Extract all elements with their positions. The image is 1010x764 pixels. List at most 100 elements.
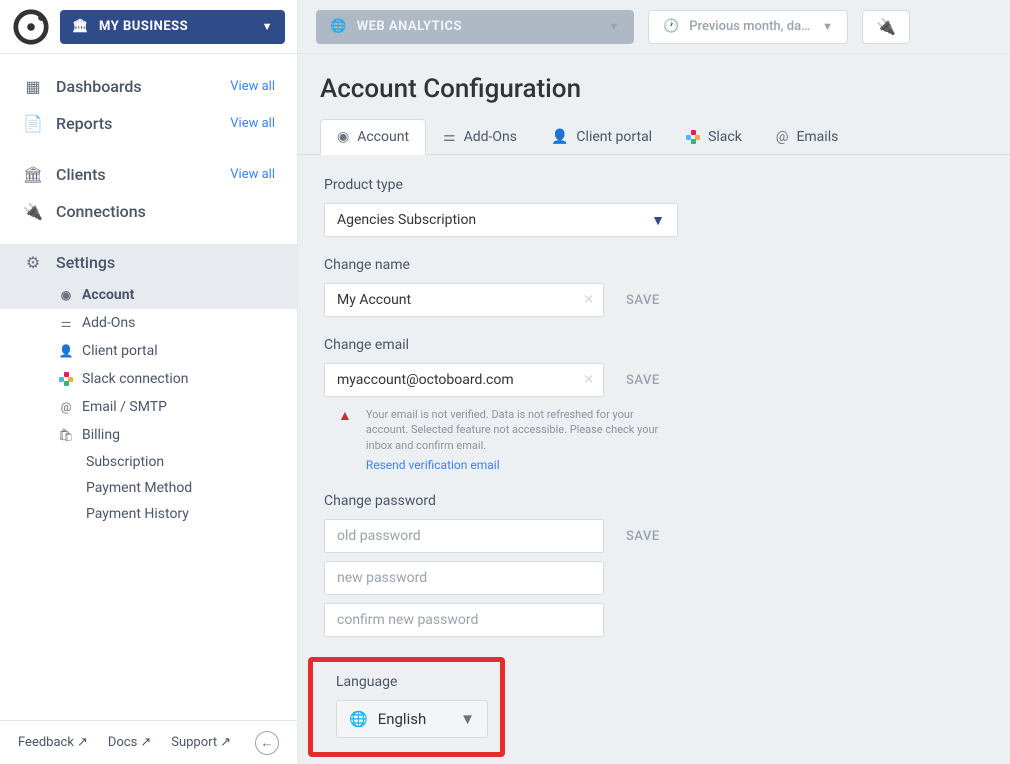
sub-client-portal-label: Client portal bbox=[82, 343, 158, 359]
tab-emails[interactable]: @ Emails bbox=[759, 118, 855, 154]
tab-emails-label: Emails bbox=[796, 129, 838, 145]
logo bbox=[12, 8, 50, 46]
analytics-selector[interactable]: 🌐 WEB ANALYTICS ▼ bbox=[316, 10, 634, 44]
product-type-value: Agencies Subscription bbox=[337, 212, 651, 228]
globe-icon: 🌐 bbox=[349, 710, 368, 728]
sidebar-dashboards-label: Dashboards bbox=[56, 77, 230, 96]
sidebar-clients-label: Clients bbox=[56, 165, 230, 184]
date-range-selector[interactable]: 🕐 Previous month, da… ▼ bbox=[648, 10, 848, 44]
dashboards-viewall[interactable]: View all bbox=[230, 79, 275, 94]
globe-icon: 🌐 bbox=[330, 19, 347, 34]
sidebar-sub2-subscription[interactable]: Subscription bbox=[0, 449, 297, 475]
tab-addons[interactable]: ⚌ Add-Ons bbox=[426, 118, 534, 154]
sidebar-item-settings[interactable]: ⚙ Settings bbox=[0, 244, 297, 281]
sidebar-sub2-payment-history[interactable]: Payment History bbox=[0, 501, 297, 527]
change-email-label: Change email bbox=[324, 337, 984, 353]
slack-icon bbox=[58, 372, 74, 386]
clients-viewall[interactable]: View all bbox=[230, 167, 275, 182]
dashboard-icon: ▦ bbox=[22, 77, 44, 96]
language-select[interactable]: 🌐 English ▼ bbox=[336, 700, 488, 738]
save-name-button[interactable]: SAVE bbox=[626, 293, 660, 308]
tab-slack[interactable]: Slack bbox=[669, 118, 759, 154]
language-label: Language bbox=[336, 674, 488, 690]
circle-icon: ◉ bbox=[58, 288, 74, 302]
business-selector[interactable]: 🏛 MY BUSINESS ▼ bbox=[60, 10, 285, 44]
sub2-payment-method-label: Payment Method bbox=[86, 480, 192, 496]
sidebar-item-dashboards[interactable]: ▦ Dashboards View all bbox=[0, 68, 297, 105]
sidebar-connections-label: Connections bbox=[56, 202, 275, 221]
language-highlight: Language 🌐 English ▼ bbox=[308, 657, 505, 757]
user-circle-icon: 👤 bbox=[58, 344, 74, 358]
sidebar-sub-billing[interactable]: 🛍 Billing bbox=[0, 421, 297, 449]
sidebar-sub-slack[interactable]: Slack connection bbox=[0, 365, 297, 393]
slack-icon bbox=[686, 130, 700, 144]
language-value: English bbox=[378, 710, 460, 728]
sidebar-item-clients[interactable]: 🏛 Clients View all bbox=[0, 156, 297, 193]
change-name-label: Change name bbox=[324, 257, 984, 273]
sub2-payment-history-label: Payment History bbox=[86, 506, 189, 522]
external-icon: ↗ bbox=[220, 735, 231, 750]
refresh-button[interactable]: 🔌 bbox=[862, 10, 910, 44]
feedback-label: Feedback bbox=[18, 735, 74, 750]
tab-client-portal[interactable]: 👤 Client portal bbox=[534, 118, 669, 154]
docs-link[interactable]: Docs ↗ bbox=[108, 735, 151, 750]
chevron-down-icon: ▼ bbox=[262, 20, 273, 33]
product-type-select[interactable]: Agencies Subscription ▼ bbox=[324, 203, 678, 237]
sub-email-smtp-label: Email / SMTP bbox=[82, 399, 167, 415]
at-icon: @ bbox=[776, 129, 789, 145]
back-button[interactable]: ← bbox=[255, 731, 279, 755]
bag-icon: 🛍 bbox=[58, 428, 74, 442]
change-password-label: Change password bbox=[324, 493, 984, 509]
tab-slack-label: Slack bbox=[708, 129, 742, 145]
clear-icon[interactable]: ✕ bbox=[583, 293, 594, 308]
plug-icon: 🔌 bbox=[22, 202, 44, 221]
sidebar-item-reports[interactable]: 📄 Reports View all bbox=[0, 105, 297, 142]
clients-icon: 🏛 bbox=[22, 165, 44, 184]
email-input[interactable] bbox=[324, 363, 604, 397]
sidebar-sub-account[interactable]: ◉ Account bbox=[0, 281, 297, 309]
bank-icon: 🏛 bbox=[72, 19, 89, 34]
circle-icon: ◉ bbox=[337, 129, 349, 145]
sidebar-sub-client-portal[interactable]: 👤 Client portal bbox=[0, 337, 297, 365]
support-label: Support bbox=[171, 735, 217, 750]
sidebar-reports-label: Reports bbox=[56, 114, 230, 133]
chevron-down-icon: ▼ bbox=[651, 212, 665, 229]
tab-account[interactable]: ◉ Account bbox=[320, 119, 426, 155]
email-warning-text: Your email is not verified. Data is not … bbox=[366, 407, 678, 453]
sidebar-sub-email-smtp[interactable]: @ Email / SMTP bbox=[0, 393, 297, 421]
sliders-icon: ⚌ bbox=[443, 129, 456, 145]
at-icon: @ bbox=[58, 400, 74, 414]
sub-account-label: Account bbox=[82, 287, 134, 303]
analytics-label: WEB ANALYTICS bbox=[357, 19, 609, 34]
external-icon: ↗ bbox=[77, 735, 88, 750]
confirm-password-input[interactable] bbox=[324, 603, 604, 637]
sidebar-item-connections[interactable]: 🔌 Connections bbox=[0, 193, 297, 230]
name-input[interactable] bbox=[324, 283, 604, 317]
user-circle-icon: 👤 bbox=[551, 129, 568, 145]
old-password-input[interactable] bbox=[324, 519, 604, 553]
product-type-label: Product type bbox=[324, 177, 984, 193]
new-password-input[interactable] bbox=[324, 561, 604, 595]
clear-icon[interactable]: ✕ bbox=[583, 373, 594, 388]
resend-verification-link[interactable]: Resend verification email bbox=[366, 458, 500, 472]
sidebar-settings-label: Settings bbox=[56, 253, 275, 272]
plug-icon: 🔌 bbox=[876, 17, 896, 36]
gear-icon: ⚙ bbox=[22, 253, 44, 272]
clock-icon: 🕐 bbox=[663, 19, 679, 34]
sub-slack-label: Slack connection bbox=[82, 371, 188, 387]
sidebar-sub2-payment-method[interactable]: Payment Method bbox=[0, 475, 297, 501]
feedback-link[interactable]: Feedback ↗ bbox=[18, 735, 88, 750]
date-label: Previous month, da… bbox=[689, 19, 822, 34]
external-icon: ↗ bbox=[140, 735, 151, 750]
tab-addons-label: Add-Ons bbox=[464, 129, 517, 145]
save-email-button[interactable]: SAVE bbox=[626, 373, 660, 388]
sliders-icon: ⚌ bbox=[58, 316, 74, 330]
tab-client-portal-label: Client portal bbox=[576, 129, 652, 145]
save-password-button[interactable]: SAVE bbox=[626, 529, 660, 544]
reports-viewall[interactable]: View all bbox=[230, 116, 275, 131]
business-label: MY BUSINESS bbox=[99, 19, 262, 34]
chevron-down-icon: ▼ bbox=[822, 20, 833, 33]
sidebar-sub-addons[interactable]: ⚌ Add-Ons bbox=[0, 309, 297, 337]
support-link[interactable]: Support ↗ bbox=[171, 735, 231, 750]
chevron-down-icon: ▼ bbox=[609, 20, 620, 33]
